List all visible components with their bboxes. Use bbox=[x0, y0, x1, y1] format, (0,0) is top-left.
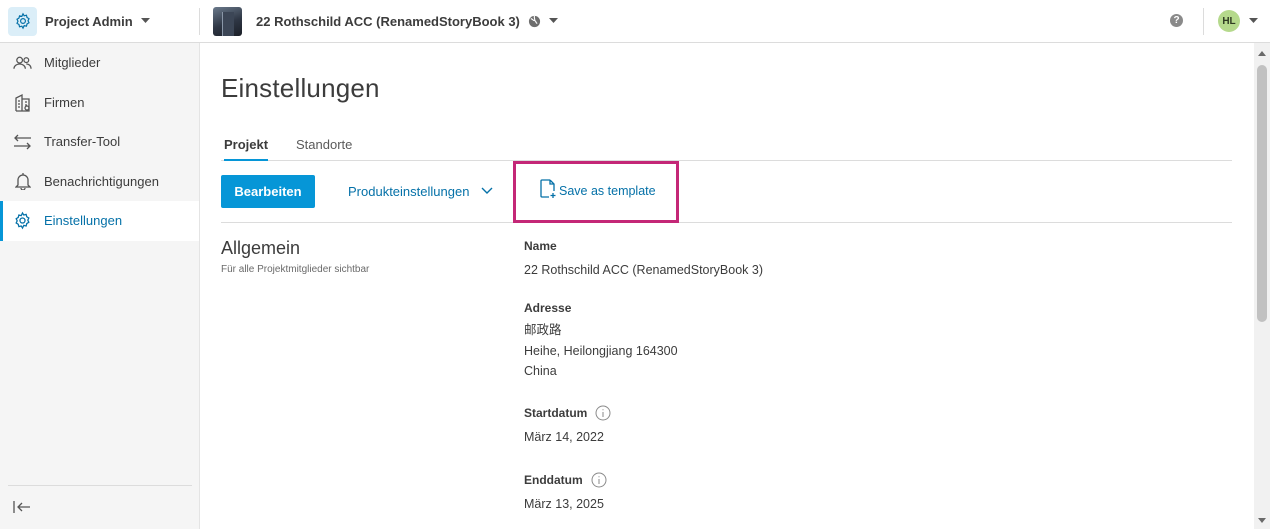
field-end-date: Enddatum März 13, 2025 bbox=[524, 472, 607, 515]
top-bar: Project Admin 22 Rothschild ACC (Renamed… bbox=[0, 0, 1270, 43]
field-label: Startdatum bbox=[524, 406, 588, 420]
field-label-row: Enddatum bbox=[524, 472, 607, 488]
sidebar-item-label: Transfer-Tool bbox=[44, 134, 121, 150]
sidebar-item-benachrichtigungen[interactable]: Benachrichtigungen bbox=[0, 162, 199, 202]
caret-down-icon bbox=[1248, 16, 1258, 26]
user-menu[interactable]: HL bbox=[1218, 9, 1258, 33]
field-address: Adresse 邮政路 Heihe, Heilongjiang 164300 C… bbox=[524, 300, 678, 382]
transfer-icon bbox=[13, 132, 32, 151]
tab-bar: Projekt Standorte bbox=[221, 135, 1232, 161]
members-icon bbox=[13, 53, 32, 72]
toolbar: Bearbeiten Produkteinstellungen Save as … bbox=[221, 161, 1232, 223]
save-as-template-label: Save as template bbox=[559, 184, 656, 198]
scrollbar-thumb[interactable] bbox=[1257, 65, 1267, 322]
info-icon[interactable] bbox=[591, 472, 607, 488]
sidebar-item-label: Firmen bbox=[44, 94, 85, 110]
scroll-up-icon[interactable] bbox=[1258, 51, 1266, 56]
divider bbox=[199, 8, 200, 35]
address-line-1: 邮政路 bbox=[524, 323, 562, 337]
gear-icon bbox=[13, 211, 32, 230]
field-label: Adresse bbox=[524, 301, 572, 315]
main-content: Einstellungen Projekt Standorte Bearbeit… bbox=[200, 43, 1254, 529]
field-value: März 13, 2025 bbox=[524, 497, 604, 511]
sidebar-item-einstellungen[interactable]: Einstellungen bbox=[0, 201, 199, 241]
help-icon[interactable]: ? bbox=[1170, 14, 1183, 27]
sidebar-item-label: Benachrichtigungen bbox=[44, 173, 159, 189]
save-template-highlight: Save as template bbox=[513, 161, 679, 223]
field-label: Enddatum bbox=[524, 473, 583, 487]
caret-down-icon bbox=[141, 16, 151, 26]
field-label-row: Startdatum bbox=[524, 405, 611, 421]
save-as-template-button[interactable]: Save as template bbox=[539, 178, 656, 204]
product-settings-label: Produkteinstellungen bbox=[348, 183, 470, 199]
vertical-scrollbar[interactable] bbox=[1254, 43, 1270, 529]
page-title: Einstellungen bbox=[221, 73, 380, 103]
sidebar: Mitglieder Firmen Transfer-Tool Benachri… bbox=[0, 43, 200, 529]
field-value: März 14, 2022 bbox=[524, 430, 604, 444]
app-name: Project Admin bbox=[45, 13, 133, 29]
collapse-sidebar-icon[interactable] bbox=[13, 498, 33, 516]
field-value: 22 Rothschild ACC (RenamedStoryBook 3) bbox=[524, 263, 764, 277]
companies-icon bbox=[13, 93, 32, 112]
section-subtitle: Für alle Projektmitglieder sichtbar bbox=[221, 264, 370, 275]
project-thumbnail bbox=[213, 6, 242, 36]
sidebar-item-firmen[interactable]: Firmen bbox=[0, 83, 199, 123]
sidebar-item-label: Mitglieder bbox=[44, 55, 101, 71]
sidebar-item-mitglieder[interactable]: Mitglieder bbox=[0, 43, 199, 83]
sidebar-footer bbox=[8, 485, 192, 529]
edit-button[interactable]: Bearbeiten bbox=[221, 175, 315, 208]
field-name: Name 22 Rothschild ACC (RenamedStoryBook… bbox=[524, 238, 763, 281]
project-switcher[interactable]: 22 Rothschild ACC (RenamedStoryBook 3) bbox=[213, 6, 559, 36]
globe-icon bbox=[528, 15, 541, 28]
info-icon[interactable] bbox=[595, 405, 611, 421]
field-label: Name bbox=[524, 239, 557, 253]
gear-icon bbox=[8, 6, 37, 36]
sidebar-item-label: Einstellungen bbox=[44, 213, 123, 229]
divider bbox=[1203, 8, 1204, 35]
template-icon bbox=[539, 178, 557, 204]
bell-icon bbox=[13, 172, 32, 191]
caret-down-icon bbox=[549, 16, 559, 26]
product-settings-dropdown[interactable]: Produkteinstellungen bbox=[348, 181, 493, 201]
tab-projekt[interactable]: Projekt bbox=[224, 137, 269, 161]
field-start-date: Startdatum März 14, 2022 bbox=[524, 405, 611, 448]
sidebar-item-transfer-tool[interactable]: Transfer-Tool bbox=[0, 122, 199, 162]
chevron-down-icon bbox=[481, 185, 493, 197]
tab-standorte[interactable]: Standorte bbox=[296, 137, 352, 158]
scroll-down-icon[interactable] bbox=[1258, 518, 1266, 523]
address-line-3: China bbox=[524, 364, 557, 378]
project-name: 22 Rothschild ACC (RenamedStoryBook 3) bbox=[256, 13, 520, 29]
section-title: Allgemein bbox=[221, 238, 301, 258]
address-line-2: Heihe, Heilongjiang 164300 bbox=[524, 343, 678, 358]
avatar: HL bbox=[1218, 10, 1240, 32]
app-switcher[interactable]: Project Admin bbox=[8, 6, 151, 36]
